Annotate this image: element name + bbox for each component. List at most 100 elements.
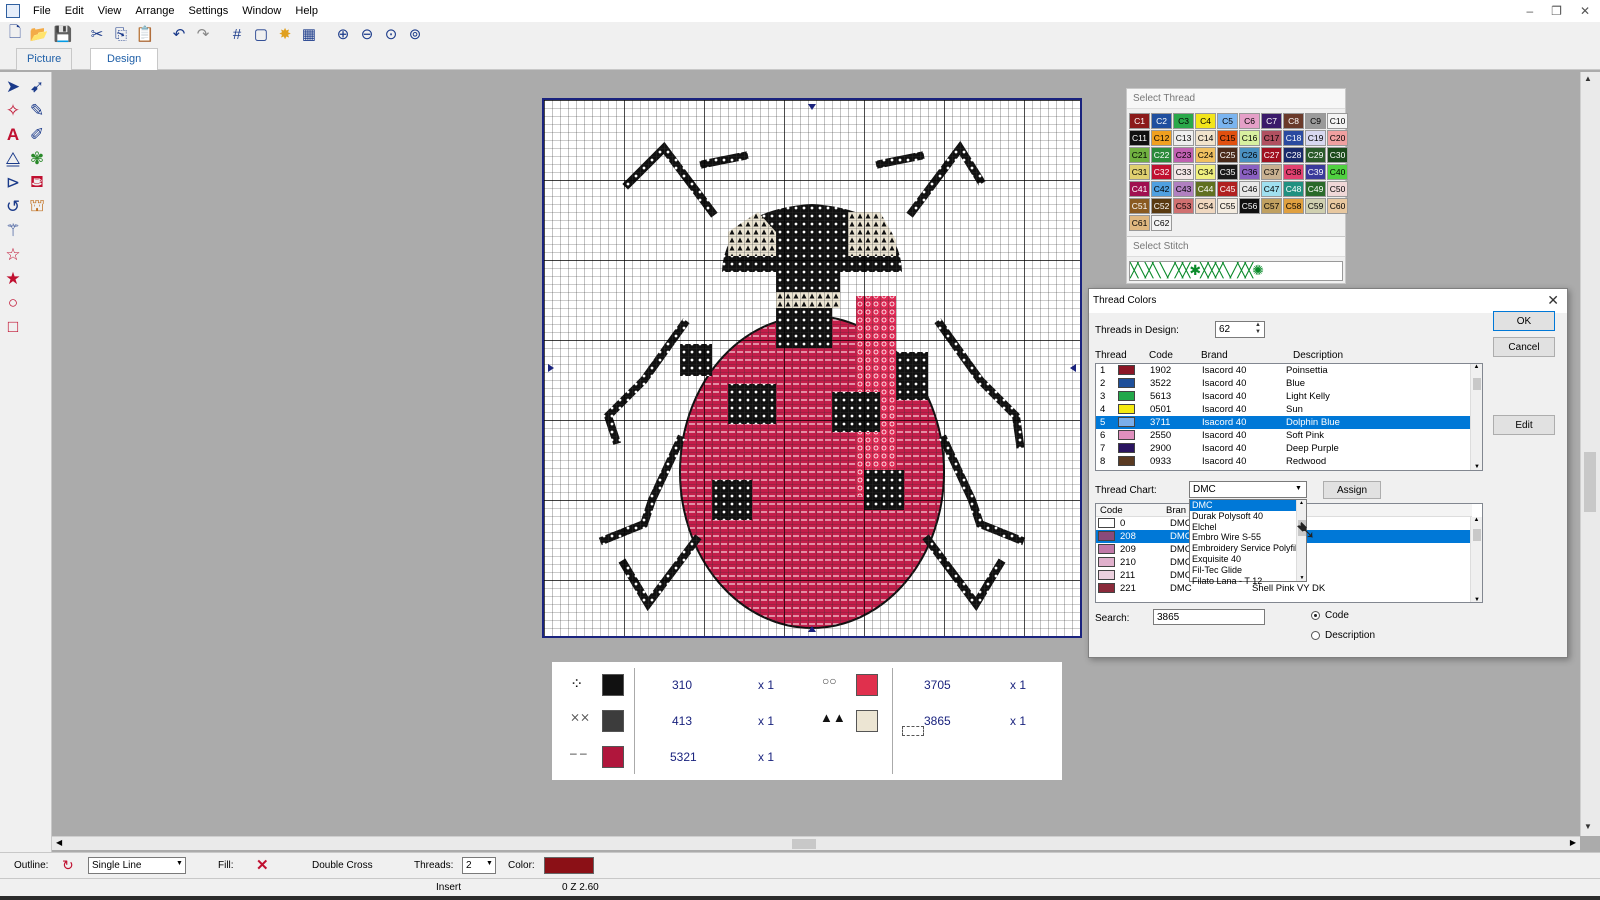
thread-row[interactable]: 4 0501 Isacord 40 Sun [1096, 403, 1472, 416]
thread-cell[interactable]: C25 [1217, 147, 1238, 163]
tab-design[interactable]: Design [90, 48, 159, 70]
radio-description[interactable] [1311, 631, 1320, 640]
thread-cell[interactable]: C53 [1173, 198, 1194, 214]
frame-icon[interactable]: ▢ [250, 23, 272, 45]
thread-cell[interactable]: C8 [1283, 113, 1304, 129]
menu-help[interactable]: Help [288, 0, 325, 22]
thread-row[interactable]: 1 1902 Isacord 40 Poinsettia [1096, 364, 1472, 377]
tab-picture[interactable]: Picture [16, 48, 73, 70]
edit-button[interactable]: Edit [1493, 415, 1555, 435]
thread-chart-dropdown[interactable]: DMC Durak Polysoft 40 Elchel Embro Wire S-5… [1189, 499, 1307, 586]
thread-cell[interactable]: C15 [1217, 130, 1238, 146]
thread-cell[interactable]: C22 [1151, 147, 1172, 163]
thread-cell[interactable]: C6 [1239, 113, 1260, 129]
thread-cell[interactable]: C50 [1327, 181, 1348, 197]
thread-cell[interactable]: C59 [1305, 198, 1326, 214]
thread-cell[interactable]: C34 [1195, 164, 1216, 180]
line-tool-icon[interactable]: ⊳ [2, 172, 24, 194]
dropdown-option[interactable]: Embro Wire S-55 [1190, 532, 1296, 543]
thread-cell[interactable]: C35 [1217, 164, 1238, 180]
menu-arrange[interactable]: Arrange [128, 0, 181, 22]
menu-file[interactable]: File [26, 0, 58, 22]
menu-edit[interactable]: Edit [58, 0, 91, 22]
thread-row[interactable]: 8 0933 Isacord 40 Redwood [1096, 455, 1472, 468]
thread-cell[interactable]: C24 [1195, 147, 1216, 163]
ok-button[interactable]: OK [1493, 311, 1555, 331]
thread-cell[interactable]: C33 [1173, 164, 1194, 180]
assign-button[interactable]: Assign [1323, 481, 1381, 499]
thread-cell[interactable]: C42 [1151, 181, 1172, 197]
thread-cell[interactable]: C43 [1173, 181, 1194, 197]
thread-row[interactable]: 5 3711 Isacord 40 Dolphin Blue [1096, 416, 1472, 429]
thread-cell[interactable]: C45 [1217, 181, 1238, 197]
motif-icon[interactable]: ✾ [26, 148, 48, 170]
thread-cell[interactable]: C11 [1129, 130, 1150, 146]
circle-icon[interactable]: ○ [2, 292, 24, 314]
thread-cell[interactable]: C31 [1129, 164, 1150, 180]
dropdown-option[interactable]: Exquisite 40 [1190, 554, 1296, 565]
thread-cell[interactable]: C40 [1327, 164, 1348, 180]
thread-cell[interactable]: C60 [1327, 198, 1348, 214]
stamp-icon[interactable]: ⛫ [26, 196, 48, 218]
thread-cell[interactable]: C62 [1151, 215, 1172, 231]
thread-cell[interactable]: C19 [1305, 130, 1326, 146]
restore-icon[interactable]: ❐ [1551, 4, 1562, 18]
stitch-type-label[interactable]: Double Cross [312, 860, 373, 871]
outline-icon[interactable]: ↻ [62, 857, 74, 874]
dropdown-option[interactable]: DMC [1190, 500, 1296, 511]
thread-cell[interactable]: C10 [1327, 113, 1348, 129]
thread-cell[interactable]: C28 [1283, 147, 1304, 163]
stitch-type-strip[interactable]: ╳╲╳╲╲╱╳╳✱╳╳╳╲╱╳╳✺ [1129, 261, 1343, 281]
thread-cell[interactable]: C46 [1239, 181, 1260, 197]
thread-cell[interactable]: C56 [1239, 198, 1260, 214]
thread-cell[interactable]: C52 [1151, 198, 1172, 214]
curve-icon[interactable]: ↺ [2, 196, 24, 218]
minimize-icon[interactable]: – [1526, 4, 1533, 18]
thread-cell[interactable]: C2 [1151, 113, 1172, 129]
menu-view[interactable]: View [91, 0, 129, 22]
zoom-actual-icon[interactable]: ⊚ [404, 23, 426, 45]
thread-cell[interactable]: C4 [1195, 113, 1216, 129]
thread-cell[interactable]: C12 [1151, 130, 1172, 146]
stitch-grid-icon[interactable]: ▦ [298, 23, 320, 45]
thread-cell[interactable]: C26 [1239, 147, 1260, 163]
chevron-down-icon[interactable]: ▼ [1295, 485, 1302, 492]
threads-chevron-icon[interactable]: ▼ [486, 860, 493, 867]
vertical-scrollbar[interactable]: ▲ ▼ [1580, 72, 1600, 836]
zoom-fit-icon[interactable]: ⊙ [380, 23, 402, 45]
new-file-icon[interactable]: 🗋 [4, 23, 26, 45]
mirror-icon[interactable]: ⧋ [2, 148, 24, 170]
thread-cell[interactable]: C38 [1283, 164, 1304, 180]
thread-cell[interactable]: C41 [1129, 181, 1150, 197]
thread-cell[interactable]: C27 [1261, 147, 1282, 163]
thread-cell[interactable]: C17 [1261, 130, 1282, 146]
thread-cell[interactable]: C48 [1283, 181, 1304, 197]
line-style-chevron-icon[interactable]: ▼ [176, 860, 183, 867]
wand-icon[interactable]: ⚚ [2, 220, 24, 242]
thread-cell[interactable]: C18 [1283, 130, 1304, 146]
grid-icon[interactable]: # [226, 23, 248, 45]
thread-cell[interactable]: C54 [1195, 198, 1216, 214]
thread-cell[interactable]: C47 [1261, 181, 1282, 197]
thread-cell[interactable]: C29 [1305, 147, 1326, 163]
radio-code[interactable] [1311, 611, 1320, 620]
dropdown-option[interactable]: Elchel [1190, 522, 1296, 533]
design-threads-list[interactable]: 1 1902 Isacord 40 Poinsettia 2 3522 Isacord 40… [1095, 363, 1483, 471]
star-outline-icon[interactable]: ☆ [2, 244, 24, 266]
thread-row[interactable]: 2 3522 Isacord 40 Blue [1096, 377, 1472, 390]
thread-cell[interactable]: C44 [1195, 181, 1216, 197]
thread-cell[interactable]: C58 [1283, 198, 1304, 214]
cut-icon[interactable]: ✂ [86, 23, 108, 45]
current-color-swatch[interactable] [544, 857, 594, 874]
thread-cell[interactable]: C1 [1129, 113, 1150, 129]
thread-cell[interactable]: C49 [1305, 181, 1326, 197]
dialog-close-icon[interactable]: ✕ [1547, 292, 1559, 309]
line-style-select[interactable]: Single Line [88, 857, 186, 874]
thread-row[interactable]: 3 5613 Isacord 40 Light Kelly [1096, 390, 1472, 403]
thread-cell[interactable]: C13 [1173, 130, 1194, 146]
text-tool-icon[interactable]: A [2, 124, 24, 146]
thread-cell[interactable]: C51 [1129, 198, 1150, 214]
star-filled-icon[interactable]: ★ [2, 268, 24, 290]
pencil-icon[interactable]: ✎ [26, 100, 48, 122]
fill-bucket-icon[interactable]: ⛾ [26, 172, 48, 194]
